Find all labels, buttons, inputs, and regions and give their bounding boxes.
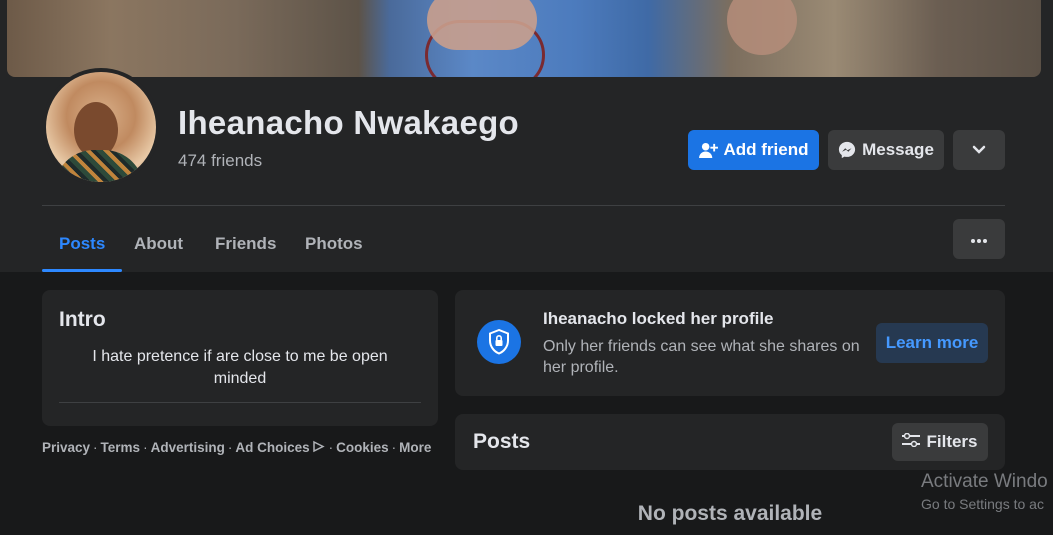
filters-button[interactable]: Filters [892,423,988,461]
profile-picture [46,72,156,182]
learn-more-button[interactable]: Learn more [876,323,988,363]
profile-header: Iheanacho Nwakaego 474 friends Add frien… [0,0,1053,272]
shield-icon [477,320,521,364]
locked-title: Iheanacho locked her profile [543,309,774,328]
footer-link-ad-choices[interactable]: Ad Choices [235,440,309,455]
chevron-down-icon [972,145,986,155]
tab-about[interactable]: About [117,216,200,272]
footer-links: Privacy · Terms · Advertising · Ad Choices · Coo… [42,440,432,456]
add-friend-button[interactable]: Add friend [688,130,819,170]
profile-menu-button[interactable] [953,219,1005,259]
profile-name: Iheanacho Nwakaego [178,104,520,141]
cover-photo[interactable] [7,0,1041,77]
posts-title: Posts [473,430,531,453]
message-button[interactable]: Message [828,130,944,170]
locked-profile-card: Iheanacho locked her profile Only her fr… [455,290,1005,396]
intro-bio: I hate pretence if are close to me be op… [92,348,388,387]
avatar[interactable] [42,68,160,186]
watermark-title: Activate Windo [921,471,1048,492]
intro-title: Intro [59,308,106,331]
filters-label: Filters [926,432,978,451]
more-options-button[interactable] [953,130,1005,170]
friends-count-link[interactable]: 474 friends [178,151,262,171]
locked-description: Only her friends can see what she shares… [543,338,860,376]
footer-link-terms[interactable]: Terms [101,440,141,455]
header-divider [42,205,1005,206]
posts-header-card: Posts Filters [455,414,1005,470]
footer-link-more[interactable]: More [399,440,431,455]
tab-photos[interactable]: Photos [288,216,380,272]
add-person-icon [698,142,718,159]
add-friend-label: Add friend [723,140,809,159]
sliders-icon [902,432,921,452]
footer-link-advertising[interactable]: Advertising [151,440,225,455]
message-label: Message [862,140,934,159]
windows-activation-watermark: Activate Windo Go to Settings to ac [921,471,1048,512]
watermark-subtitle: Go to Settings to ac [921,496,1044,512]
intro-card: Intro I hate pretence if are close to me… [42,290,438,426]
more-dots-icon [971,230,987,248]
footer-link-cookies[interactable]: Cookies [336,440,389,455]
tab-posts[interactable]: Posts [42,216,123,272]
tab-friends[interactable]: Friends [198,216,293,272]
intro-divider [59,402,421,403]
footer-link-privacy[interactable]: Privacy [42,440,90,455]
ad-choices-icon [312,440,325,456]
messenger-icon [838,141,856,159]
